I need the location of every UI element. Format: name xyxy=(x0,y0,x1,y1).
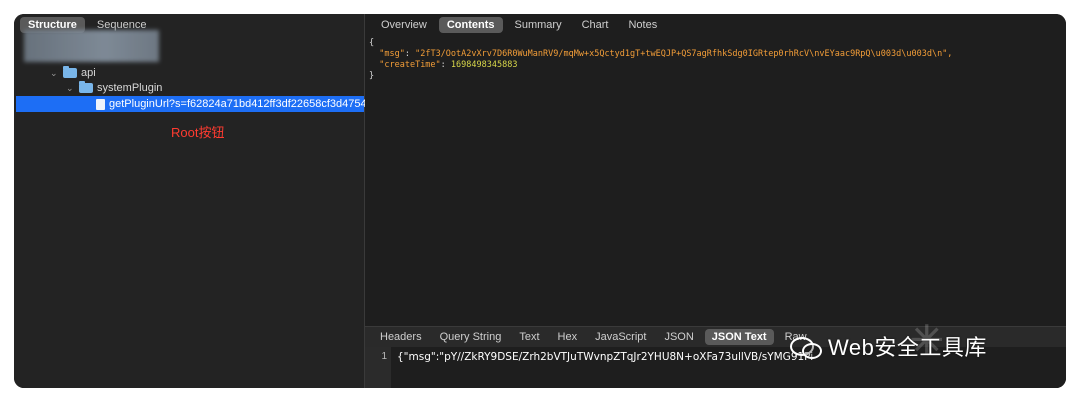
annotation-label: Root按钮 xyxy=(171,125,225,140)
tab-text[interactable]: Text xyxy=(512,329,546,345)
json-key-createtime: "createTime" xyxy=(379,60,441,70)
tab-hex[interactable]: Hex xyxy=(551,329,585,345)
wechat-icon xyxy=(790,335,822,359)
watermark: Web安全工具库 xyxy=(790,330,987,362)
tree-item-label: systemPlugin xyxy=(97,82,163,94)
tab-notes[interactable]: Notes xyxy=(620,17,665,33)
json-open-brace: { xyxy=(369,38,375,48)
redacted-host xyxy=(24,30,159,62)
json-body-view[interactable]: { "msg": "2fT3/OotA2vXrv7D6R0WuManRV9/mq… xyxy=(369,38,952,82)
folder-icon xyxy=(63,66,77,78)
line-number: 1 xyxy=(365,347,391,388)
tree-item-getpluginurl[interactable]: getPluginUrl?s=f62824a71bd412ff3df22658c… xyxy=(96,98,373,110)
tab-summary[interactable]: Summary xyxy=(507,17,570,33)
chevron-down-icon[interactable]: ⌄ xyxy=(50,68,59,79)
tree-item-api[interactable]: ⌄ api xyxy=(50,66,96,79)
tab-json-text[interactable]: JSON Text xyxy=(704,329,774,345)
tab-query-string[interactable]: Query String xyxy=(433,329,509,345)
json-key-msg: "msg" xyxy=(379,49,405,59)
structure-pane: Structure Sequence ⌄ api ⌄ systemPlugin … xyxy=(14,14,373,388)
tree-item-label: api xyxy=(81,67,96,79)
chevron-down-icon[interactable]: ⌄ xyxy=(66,83,75,94)
tab-overview[interactable]: Overview xyxy=(373,17,435,33)
file-icon xyxy=(96,98,105,110)
json-value-msg: "2fT3/OotA2vXrv7D6R0WuManRV9/mqMw+x5Qcty… xyxy=(415,49,953,59)
raw-text-line: {"msg":"pY//ZkRY9DSE/Zrh2bVTJuTWvnpZTqJr… xyxy=(397,351,814,363)
tab-contents[interactable]: Contents xyxy=(438,17,503,33)
tab-json[interactable]: JSON xyxy=(657,329,700,345)
right-tab-bar: Overview Contents Summary Chart Notes xyxy=(373,17,665,33)
tree-item-systemplugin[interactable]: ⌄ systemPlugin xyxy=(66,81,163,94)
watermark-text: Web安全工具库 xyxy=(828,335,987,360)
json-close-brace: } xyxy=(369,71,375,81)
tab-chart[interactable]: Chart xyxy=(574,17,617,33)
tab-headers[interactable]: Headers xyxy=(373,329,429,345)
tree-item-label: getPluginUrl?s=f62824a71bd412ff3df22658c… xyxy=(109,98,373,110)
tab-javascript[interactable]: JavaScript xyxy=(588,329,653,345)
json-value-createtime: 1698498345883 xyxy=(450,60,518,70)
folder-icon xyxy=(79,81,93,93)
